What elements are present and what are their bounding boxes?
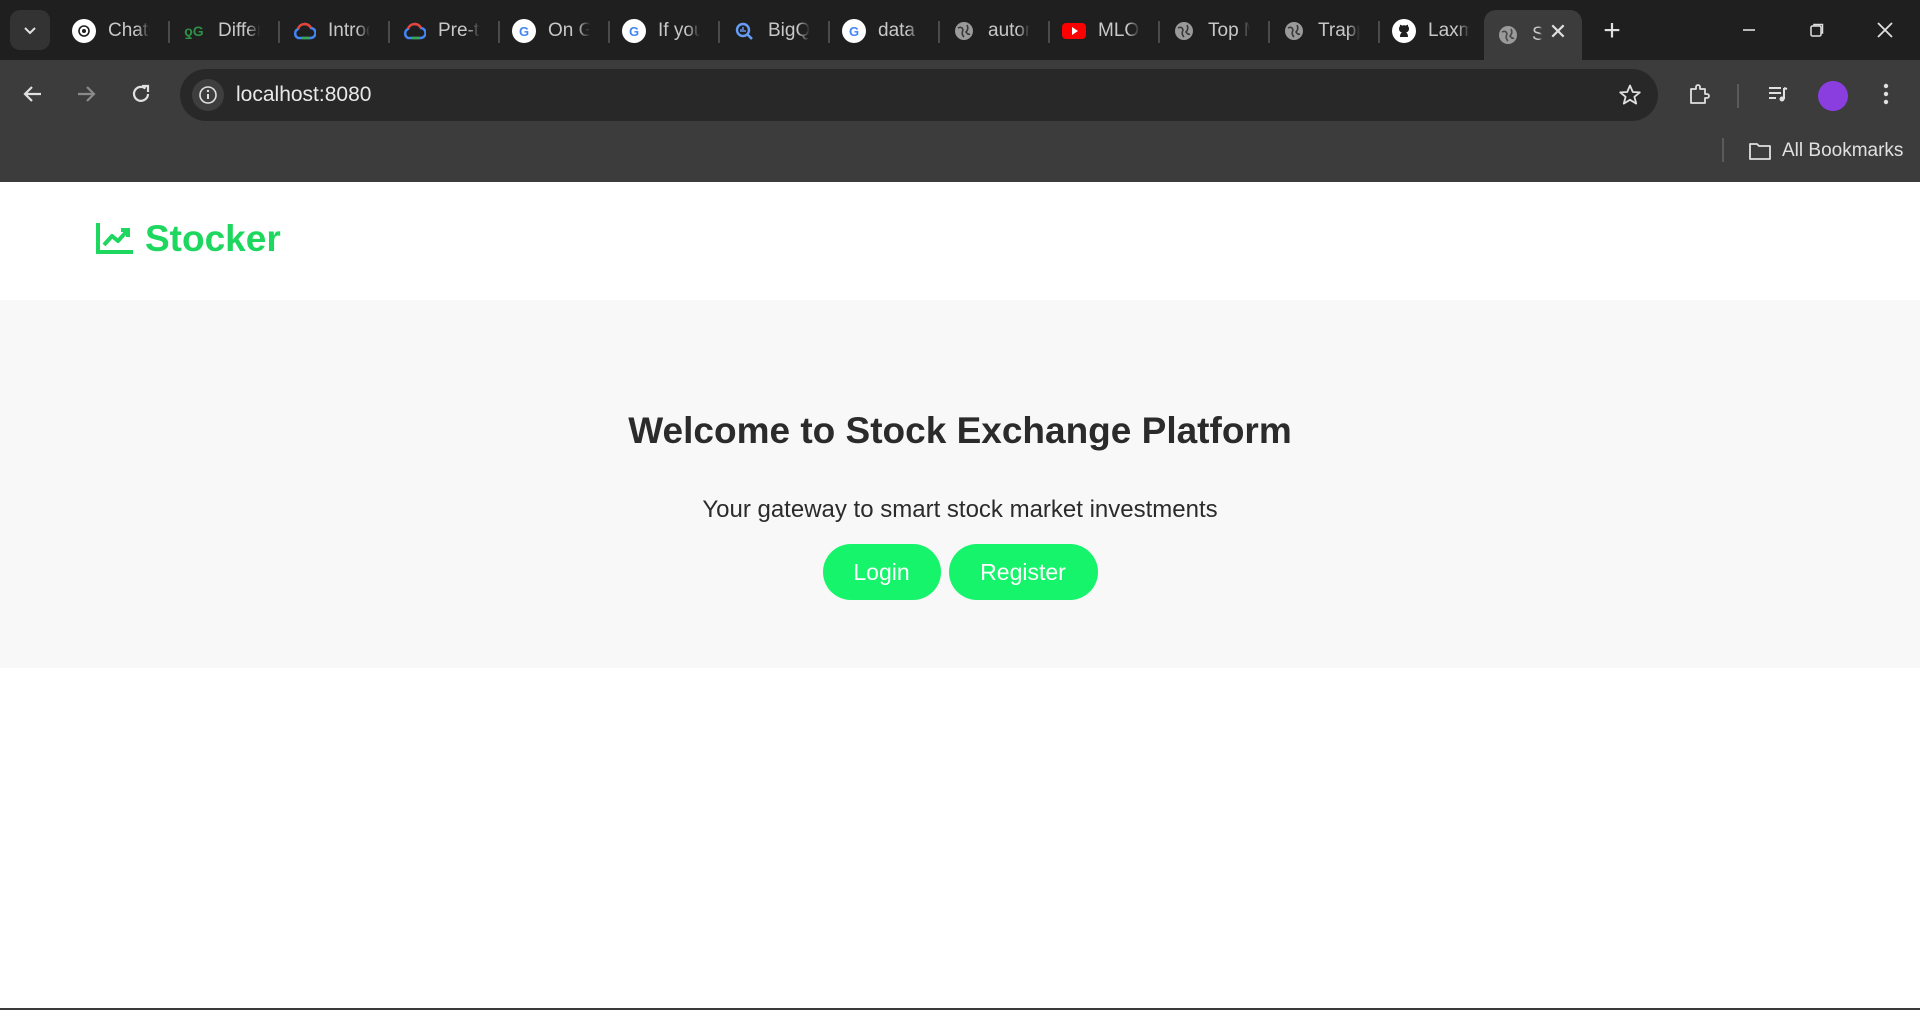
tab-title: Stocker bbox=[1532, 24, 1542, 45]
tab-data[interactable]: G data bbox=[830, 10, 940, 52]
tab-title: Pre-trained bbox=[438, 20, 480, 41]
tab-title: Difference bbox=[218, 20, 260, 41]
tab-stocker-active[interactable]: Stocker ✕ bbox=[1484, 10, 1582, 60]
arrow-left-icon bbox=[23, 86, 41, 102]
login-button[interactable]: Login bbox=[822, 544, 941, 600]
restore-button[interactable] bbox=[1792, 10, 1842, 50]
brand-logo-link[interactable]: Stocker bbox=[95, 218, 281, 260]
tab-trapping[interactable]: Trapping bbox=[1270, 10, 1380, 52]
more-vertical-icon bbox=[1883, 83, 1889, 105]
github-icon bbox=[1392, 19, 1416, 43]
close-window-button[interactable] bbox=[1860, 10, 1910, 50]
browser-toolbar: localhost:8080 bbox=[0, 60, 1920, 130]
globe-icon bbox=[1496, 23, 1520, 47]
google-cloud-icon bbox=[292, 19, 316, 43]
tab-introduction[interactable]: Introduction bbox=[280, 10, 390, 52]
tab-difference[interactable]: ƍG Difference bbox=[170, 10, 280, 52]
site-header: Stocker bbox=[0, 182, 1920, 300]
tab-title: BigQuery bbox=[768, 20, 810, 41]
bookmark-star-icon[interactable] bbox=[1616, 81, 1644, 109]
tab-title: Laxmi bbox=[1428, 20, 1470, 41]
hero-section: Welcome to Stock Exchange Platform Your … bbox=[0, 300, 1920, 668]
folder-icon bbox=[1749, 143, 1771, 160]
minimize-icon bbox=[1743, 29, 1755, 31]
media-control-button[interactable] bbox=[1758, 74, 1798, 114]
google-cloud-icon bbox=[402, 19, 426, 43]
back-button[interactable] bbox=[13, 74, 53, 114]
tab-mlops[interactable]: MLOps bbox=[1050, 10, 1160, 52]
web-page: Stocker Welcome to Stock Exchange Platfo… bbox=[0, 182, 1920, 1010]
hero-subtitle: Your gateway to smart stock market inves… bbox=[702, 496, 1218, 523]
youtube-icon bbox=[1062, 19, 1086, 43]
tab-title: On Google bbox=[548, 20, 590, 41]
tab-pretrained[interactable]: Pre-trained bbox=[390, 10, 500, 52]
geeksforgeeks-icon: ƍG bbox=[184, 23, 204, 39]
tab-title: ChatGPT bbox=[108, 20, 150, 41]
profile-avatar[interactable] bbox=[1818, 81, 1848, 111]
bigquery-icon bbox=[732, 19, 756, 43]
tab-top-ml[interactable]: Top ML bbox=[1160, 10, 1270, 52]
close-icon bbox=[1877, 22, 1893, 38]
tab-title: Top ML bbox=[1208, 20, 1250, 41]
reload-button[interactable] bbox=[121, 74, 161, 114]
tab-title: Trapping bbox=[1318, 20, 1360, 41]
arrow-right-icon bbox=[78, 86, 96, 102]
forward-button[interactable] bbox=[66, 74, 106, 114]
new-tab-button[interactable]: + bbox=[1592, 14, 1632, 48]
all-bookmarks-button[interactable]: All Bookmarks bbox=[1748, 138, 1903, 164]
hero-actions: Login Register bbox=[0, 544, 1920, 600]
tab-if-you[interactable]: G If you bbox=[610, 10, 720, 52]
chatgpt-icon bbox=[72, 19, 96, 43]
tab-title: automl bbox=[988, 20, 1030, 41]
brand-name: Stocker bbox=[145, 218, 281, 259]
tab-automl[interactable]: automl bbox=[940, 10, 1050, 52]
address-text[interactable]: localhost:8080 bbox=[236, 83, 371, 107]
page-title: Welcome to Stock Exchange Platform bbox=[628, 410, 1292, 451]
tab-chatgpt[interactable]: ChatGPT bbox=[60, 10, 170, 52]
globe-icon bbox=[1172, 19, 1196, 43]
restore-icon bbox=[1810, 23, 1824, 37]
address-bar[interactable]: localhost:8080 bbox=[180, 69, 1658, 121]
google-icon: G bbox=[842, 19, 866, 43]
tab-title: data bbox=[878, 20, 915, 41]
tab-on-google[interactable]: G On Google bbox=[500, 10, 610, 52]
reload-icon bbox=[132, 84, 150, 102]
site-info-icon[interactable] bbox=[192, 79, 224, 111]
register-button[interactable]: Register bbox=[948, 544, 1098, 600]
tab-title: MLOps bbox=[1098, 20, 1140, 41]
browser-menu-button[interactable] bbox=[1866, 74, 1906, 114]
google-icon: G bbox=[512, 19, 536, 43]
tab-bigquery[interactable]: BigQuery bbox=[720, 10, 830, 52]
chevron-down-icon bbox=[24, 27, 36, 35]
bookmarks-bar: All Bookmarks bbox=[0, 130, 1920, 182]
tab-search-button[interactable] bbox=[10, 10, 50, 50]
extensions-button[interactable] bbox=[1679, 74, 1719, 114]
tab-title: Introduction bbox=[328, 20, 370, 41]
tab-strip: ChatGPT ƍG Difference Introduction Pre-t… bbox=[0, 0, 1920, 60]
minimize-button[interactable] bbox=[1724, 10, 1774, 50]
close-tab-icon[interactable]: ✕ bbox=[1546, 20, 1570, 44]
tab-title: If you bbox=[658, 20, 700, 41]
tab-github-laxmi[interactable]: Laxmi bbox=[1380, 10, 1490, 52]
playlist-music-icon bbox=[1769, 87, 1788, 102]
chart-line-icon bbox=[96, 223, 133, 254]
globe-icon bbox=[1282, 19, 1306, 43]
all-bookmarks-label: All Bookmarks bbox=[1782, 140, 1904, 161]
puzzle-icon bbox=[1690, 84, 1710, 104]
google-icon: G bbox=[622, 19, 646, 43]
globe-icon bbox=[952, 19, 976, 43]
